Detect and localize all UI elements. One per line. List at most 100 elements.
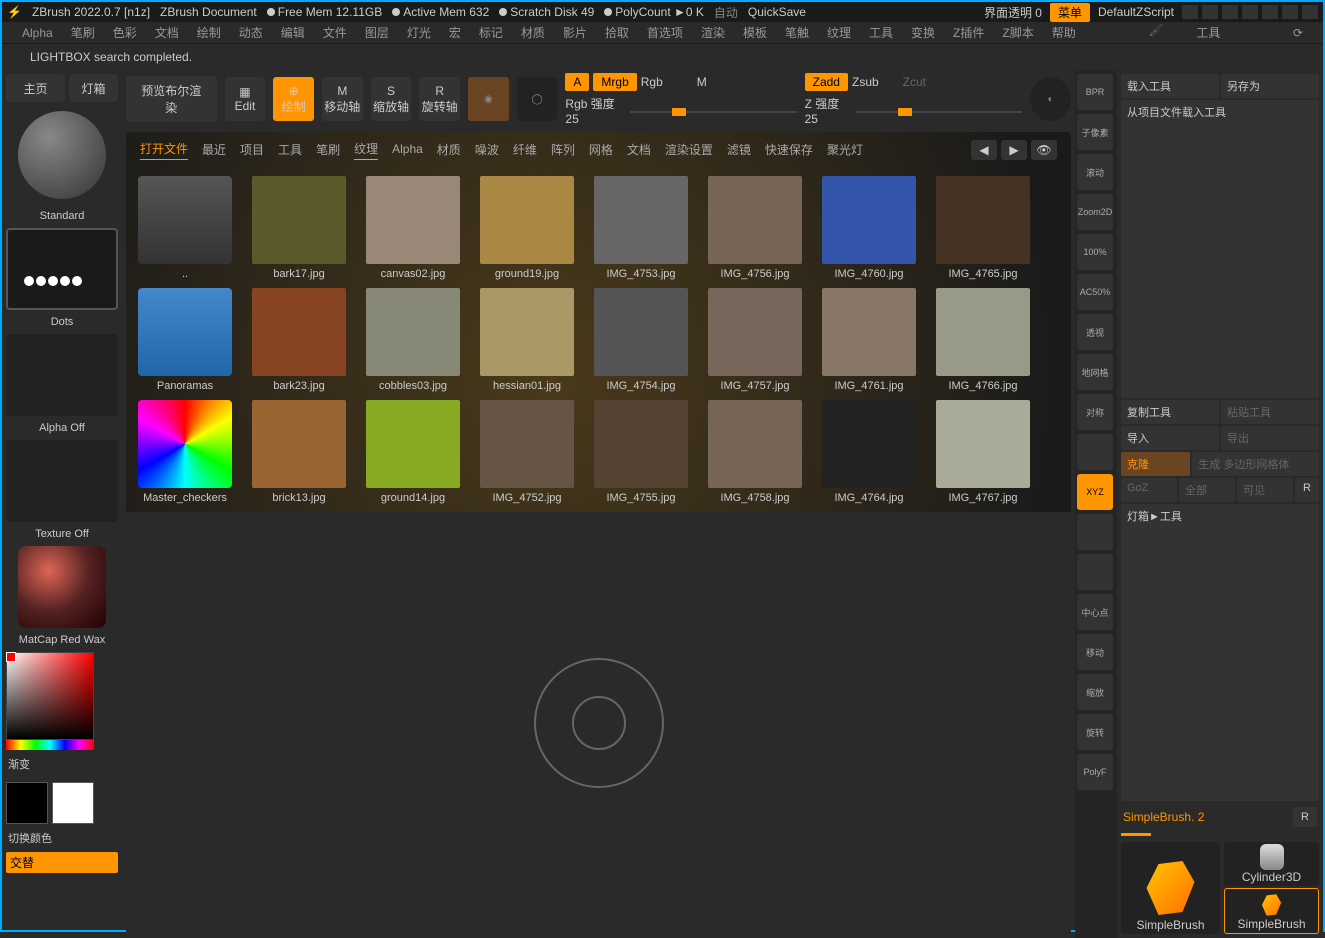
lightbox-item[interactable]: IMG_4756.jpg [700,176,810,280]
menu-item[interactable]: Alpha [22,26,53,40]
viewport-tool[interactable]: 对称 [1077,394,1113,430]
lightbox-item[interactable]: cobbles03.jpg [358,288,468,392]
refresh-icon[interactable]: ⟳ [1293,26,1303,40]
viewport-tool[interactable]: XYZ [1077,474,1113,510]
viewport-tool[interactable]: AC50% [1077,274,1113,310]
menu-item[interactable]: 笔触 [785,24,809,41]
menu-button[interactable]: 菜单 [1050,3,1090,22]
canvas[interactable] [126,512,1071,934]
zcut-button[interactable]: Zcut [903,75,926,89]
viewport-tool[interactable]: 中心点 [1077,594,1113,630]
menu-item[interactable]: 变换 [911,24,935,41]
win-icon[interactable] [1222,5,1238,19]
lightbox-item[interactable]: ground19.jpg [472,176,582,280]
paste-tool-button[interactable]: 粘贴工具 [1221,400,1319,424]
menu-item[interactable]: 拾取 [605,24,629,41]
next-button[interactable]: ▶ [1001,140,1027,160]
alt-button[interactable]: 交替 [6,852,118,873]
default-script[interactable]: DefaultZScript [1098,5,1174,19]
menu-item[interactable]: 渲染 [701,24,725,41]
lightbox-item[interactable]: IMG_4760.jpg [814,176,924,280]
rotate-button[interactable]: R旋转轴 [419,77,460,121]
tab-open[interactable]: 打开文件 [140,140,188,160]
rgb-button[interactable]: Rgb [641,75,663,89]
gradient-label[interactable]: 渐变 [6,754,118,774]
r2-button[interactable]: R [1293,807,1317,827]
copy-tool-button[interactable]: 复制工具 [1121,400,1219,424]
mrgb-button[interactable]: Mrgb [593,73,636,91]
tab-recent[interactable]: 最近 [202,141,226,160]
lightbox-item[interactable]: Master_checkers [130,400,240,504]
lightbox-item[interactable]: IMG_4766.jpg [928,288,1038,392]
home-button[interactable]: 主页 [6,74,65,102]
viewport-tool[interactable]: PolyF [1077,754,1113,790]
r-button[interactable]: R [1295,478,1319,502]
menu-item[interactable]: 材质 [521,24,545,41]
win-icon[interactable] [1242,5,1258,19]
lightbox-item[interactable]: bark17.jpg [244,176,354,280]
prev-button[interactable]: ◀ [971,140,997,160]
menu-item[interactable]: Z插件 [953,24,984,41]
material-preview[interactable] [18,546,106,628]
menu-item[interactable]: Z脚本 [1002,24,1033,41]
clone-button[interactable]: 克隆 [1121,452,1190,476]
lightbox-button[interactable]: 灯箱 [69,74,118,102]
menu-item[interactable]: 影片 [563,24,587,41]
load-tool-button[interactable]: 载入工具 [1121,74,1219,98]
menu-item[interactable]: 宏 [449,24,461,41]
close-icon[interactable] [1302,5,1318,19]
lightbox-item[interactable]: IMG_4755.jpg [586,400,696,504]
alpha-panel[interactable] [6,334,118,416]
menu-item[interactable]: 文档 [155,24,179,41]
viewport-tool[interactable] [1077,554,1113,590]
scale-button[interactable]: S缩放轴 [371,77,412,121]
viewport-tool[interactable]: 子像素 [1077,114,1113,150]
menu-item[interactable]: 文件 [323,24,347,41]
lightbox-item[interactable]: IMG_4757.jpg [700,288,810,392]
tab-quicksave[interactable]: 快速保存 [765,141,813,160]
menu-item[interactable]: 首选项 [647,24,683,41]
lightbox-item[interactable]: IMG_4753.jpg [586,176,696,280]
lightbox-item[interactable]: bark23.jpg [244,288,354,392]
menu-item[interactable]: 图层 [365,24,389,41]
stroke-panel[interactable] [6,228,118,310]
lightbox-item[interactable]: IMG_4758.jpg [700,400,810,504]
lightbox-item[interactable]: brick13.jpg [244,400,354,504]
tab-alpha[interactable]: Alpha [392,142,423,158]
menu-item[interactable]: 动态 [239,24,263,41]
zadd-button[interactable]: Zadd [805,73,848,91]
color-swatch-1[interactable] [6,782,48,824]
zsub-button[interactable]: Zsub [852,75,879,89]
m-button[interactable]: M [697,75,707,89]
menu-item[interactable]: 灯光 [407,24,431,41]
tab-doc[interactable]: 文档 [627,141,651,160]
menu-item[interactable]: 纹理 [827,24,851,41]
viewport-tool[interactable] [1077,434,1113,470]
goz-button[interactable]: GoZ [1121,478,1177,502]
focal-button[interactable]: ◐ [1030,77,1071,121]
lightbox-item[interactable]: IMG_4761.jpg [814,288,924,392]
menu-item[interactable]: 编辑 [281,24,305,41]
a-button[interactable]: A [565,73,589,91]
move-button[interactable]: M移动轴 [322,77,363,121]
lightbox-item[interactable]: IMG_4754.jpg [586,288,696,392]
eye-button[interactable]: 👁 [1031,140,1057,160]
viewport-tool[interactable]: 缩放 [1077,674,1113,710]
tab-spotlight[interactable]: 聚光灯 [827,141,863,160]
lightbox-item[interactable]: IMG_4767.jpg [928,400,1038,504]
minimize-icon[interactable] [1262,5,1278,19]
circle-button[interactable]: ◯ [517,77,558,121]
menu-item[interactable]: 绘制 [197,24,221,41]
tab-texture[interactable]: 纹理 [354,140,378,160]
draw-button[interactable]: ⊕绘制 [273,77,314,121]
tab-array[interactable]: 阵列 [551,141,575,160]
panel-title[interactable]: 工具 [1196,24,1220,41]
maximize-icon[interactable] [1282,5,1298,19]
sphere-button[interactable]: ◉ [468,77,509,121]
gen-poly-button[interactable]: 生成 多边形网格体 [1192,452,1319,476]
color-swatch-2[interactable] [52,782,94,824]
auto-label[interactable]: 自动 [714,4,738,21]
load-from-project-button[interactable]: 从项目文件载入工具 [1121,100,1319,398]
lightbox-item[interactable]: .. [130,176,240,280]
texture-panel[interactable] [6,440,118,522]
